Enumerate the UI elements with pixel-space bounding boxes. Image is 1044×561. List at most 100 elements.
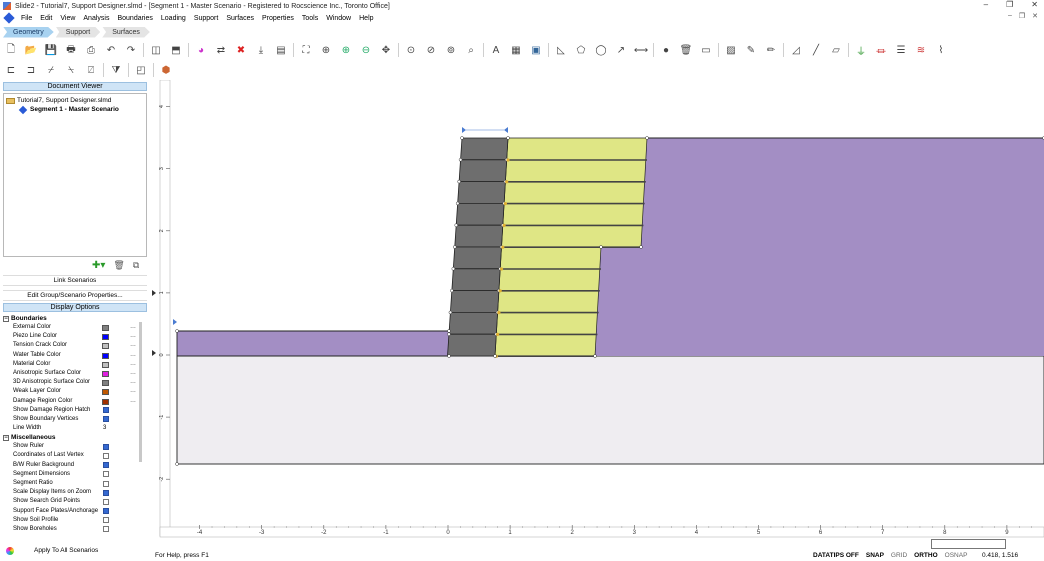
coordinate-input-box[interactable] <box>931 539 1006 549</box>
edit-group-button[interactable]: Edit Group/Scenario Properties... <box>3 290 147 301</box>
sync-icon[interactable]: ⇄ <box>213 42 229 58</box>
add-scenario-icon[interactable]: ✚▾ <box>92 260 105 271</box>
more-options-icon[interactable]: … <box>130 323 136 332</box>
close-button[interactable]: ✕ <box>1031 0 1038 9</box>
more-options-icon[interactable]: … <box>130 360 136 369</box>
delete-icon[interactable]: 🗑 <box>678 42 694 58</box>
checkbox-option-row[interactable]: B/W Ruler Background <box>3 461 140 470</box>
more-options-icon[interactable]: … <box>130 378 136 387</box>
boundary-option-row[interactable]: Tension Crack Color… <box>3 341 140 350</box>
support-3-icon[interactable]: ⌿ <box>43 62 59 78</box>
export-icon[interactable]: ⤓ <box>253 42 269 58</box>
option-checkbox[interactable] <box>103 471 109 478</box>
status-mode-toggle[interactable]: OSNAP <box>945 552 968 559</box>
color-wheel-icon[interactable]: ◕ <box>193 42 209 58</box>
print-icon[interactable]: 🖶 <box>63 42 79 58</box>
color-swatch[interactable] <box>102 370 109 377</box>
zoom-extents-icon[interactable]: ⛶ <box>298 42 314 58</box>
menu-window[interactable]: Window <box>322 15 355 22</box>
option-checkbox[interactable] <box>103 508 109 515</box>
miscellaneous-section[interactable]: − Miscellaneous <box>3 433 140 442</box>
profile-icon[interactable]: ⌇ <box>933 42 949 58</box>
layers-icon[interactable]: ☰ <box>893 42 909 58</box>
menu-loading[interactable]: Loading <box>157 15 190 22</box>
checkbox-option-row[interactable]: Scale Display Items on Zoom <box>3 488 140 497</box>
menu-analysis[interactable]: Analysis <box>79 15 113 22</box>
boundary-option-row[interactable]: Water Table Color… <box>3 351 140 360</box>
ruler-icon[interactable]: ◺ <box>553 42 569 58</box>
undo-icon[interactable]: ↶ <box>103 42 119 58</box>
scenario-item[interactable]: Segment 1 - Master Scenario <box>6 105 144 114</box>
boundary-option-row[interactable]: Anisotropic Surface Color… <box>3 369 140 378</box>
document-file-item[interactable]: Tutorial7, Support Designer.slmd <box>6 96 144 105</box>
status-mode-toggle[interactable]: DATATIPS OFF <box>813 552 859 559</box>
support-1-icon[interactable]: ⊏ <box>3 62 19 78</box>
save-icon[interactable]: 💾 <box>43 42 59 58</box>
model-canvas[interactable]: -4 -3 -2 -1 0 1 2 3 4 5 6 7 8 943210-1-2 <box>152 80 1044 550</box>
checkbox-option-row[interactable]: Segment Dimensions <box>3 470 140 479</box>
image-icon[interactable]: ▣ <box>528 42 544 58</box>
link-scenarios-button[interactable]: Link Scenarios <box>3 275 147 286</box>
more-options-icon[interactable]: … <box>130 397 136 406</box>
text-box-icon[interactable]: A <box>488 42 504 58</box>
zoom-window-icon[interactable]: ⊙ <box>403 42 419 58</box>
option-checkbox[interactable] <box>103 480 109 487</box>
menu-tools[interactable]: Tools <box>298 15 322 22</box>
checkbox-option-row[interactable]: Show Search Grid Points <box>3 497 140 506</box>
dashboard-icon[interactable]: ◰ <box>133 62 149 78</box>
menu-boundaries[interactable]: Boundaries <box>113 15 156 22</box>
menu-view[interactable]: View <box>56 15 79 22</box>
ellipse-icon[interactable]: ◯ <box>593 42 609 58</box>
plate-icon[interactable]: ▱ <box>828 42 844 58</box>
menu-help[interactable]: Help <box>355 15 377 22</box>
slope-icon[interactable]: ◿ <box>788 42 804 58</box>
color-swatch[interactable] <box>102 343 109 350</box>
checkbox-option-row[interactable]: Show Boundary Vertices <box>3 415 140 424</box>
line-width-value[interactable]: 3 <box>103 424 106 433</box>
sphere-icon[interactable]: ● <box>658 42 674 58</box>
mdi-restore-button[interactable]: ❐ <box>1019 12 1025 20</box>
ground-icon[interactable]: ⏚ <box>853 42 869 58</box>
zoom-out-icon[interactable]: ⊖ <box>358 42 374 58</box>
menu-support[interactable]: Support <box>190 15 223 22</box>
menu-file[interactable]: File <box>17 15 36 22</box>
polygon-icon[interactable]: ⬠ <box>573 42 589 58</box>
boundary-option-row[interactable]: External Color… <box>3 323 140 332</box>
split-horizontal-icon[interactable]: ⬒ <box>168 42 184 58</box>
dimension-icon[interactable]: ⟷ <box>633 42 649 58</box>
zoom-next-icon[interactable]: ⊚ <box>443 42 459 58</box>
status-mode-toggle[interactable]: ORTHO <box>914 552 937 559</box>
boundaries-section[interactable]: − Boundaries <box>3 314 140 323</box>
color-swatch[interactable] <box>102 325 109 331</box>
more-options-icon[interactable]: … <box>130 369 136 378</box>
material-icon[interactable]: ▨ <box>723 42 739 58</box>
checkbox-option-row[interactable]: Support Face Plates/Anchorage <box>3 507 140 516</box>
menu-properties[interactable]: Properties <box>258 15 298 22</box>
line-width-row[interactable]: Line Width 3 <box>3 424 140 433</box>
more-options-icon[interactable]: … <box>130 387 136 396</box>
zoom-mouse-icon[interactable]: ⌕ <box>463 42 479 58</box>
delete-scenario-icon[interactable]: 🗑 <box>113 260 124 271</box>
mdi-close-button[interactable]: ✕ <box>1032 12 1038 20</box>
tab-geometry[interactable]: Geometry <box>3 26 54 38</box>
compute-icon[interactable]: ⬢ <box>158 62 174 78</box>
arrow-icon[interactable]: ↗ <box>613 42 629 58</box>
zoom-previous-icon[interactable]: ⊘ <box>423 42 439 58</box>
option-checkbox[interactable] <box>103 498 109 505</box>
option-checkbox[interactable] <box>103 526 109 533</box>
checkbox-option-row[interactable]: Show Soil Profile <box>3 516 140 525</box>
option-checkbox[interactable] <box>103 443 109 450</box>
support-2-icon[interactable]: ⊐ <box>23 62 39 78</box>
more-options-icon[interactable]: … <box>130 351 136 360</box>
checkbox-option-row[interactable]: Coordinates of Last Vertex <box>3 451 140 460</box>
ground-2-icon[interactable]: ⏛ <box>873 42 889 58</box>
open-folder-icon[interactable]: 📂 <box>23 42 39 58</box>
checkbox-option-row[interactable]: Show Damage Region Hatch <box>3 406 140 415</box>
status-mode-toggle[interactable]: SNAP <box>866 552 884 559</box>
more-options-icon[interactable]: … <box>130 341 136 350</box>
option-checkbox[interactable] <box>103 452 109 459</box>
mdi-minimize-button[interactable]: – <box>1008 12 1012 20</box>
color-swatch[interactable] <box>102 389 109 396</box>
more-options-icon[interactable]: … <box>130 332 136 341</box>
split-vertical-icon[interactable]: ◫ <box>148 42 164 58</box>
